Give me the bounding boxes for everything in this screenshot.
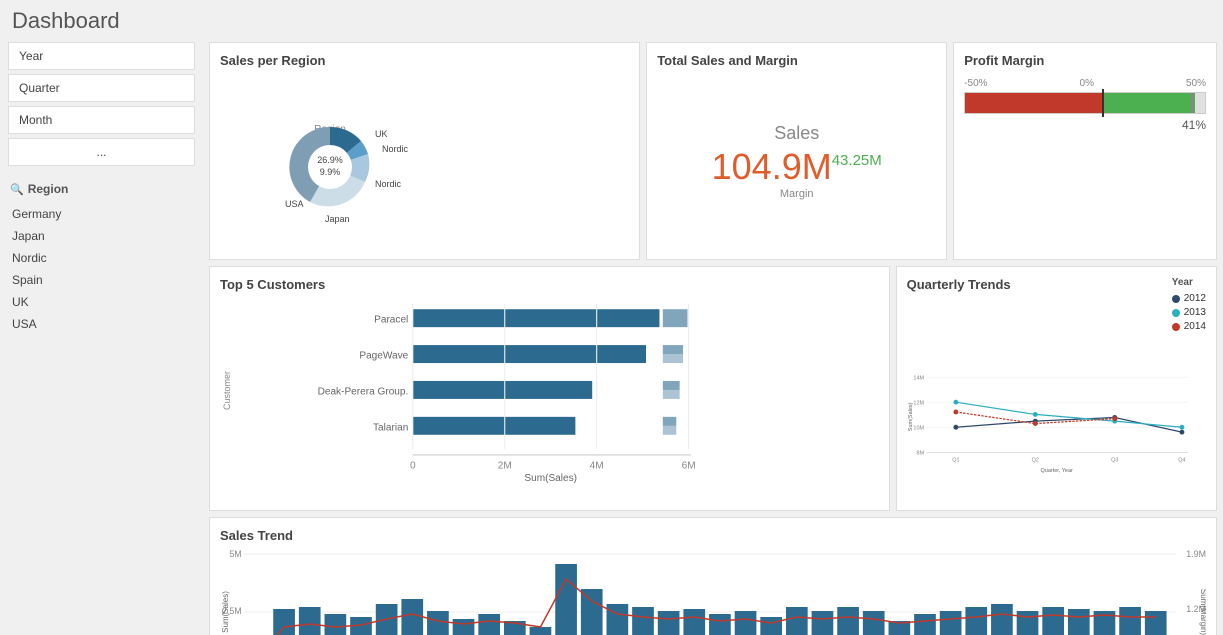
top5-chart: Paracel PageWave Deak-Perera Group. Tala… xyxy=(234,298,879,483)
quarterly-legend: Year 2012 2013 2014 xyxy=(1172,277,1206,332)
year-label: Year xyxy=(1172,277,1206,288)
svg-text:Sum(Margin): Sum(Margin) xyxy=(1199,589,1206,635)
region-label: Region xyxy=(28,182,69,196)
svg-text:Paracel: Paracel xyxy=(374,315,408,326)
total-sales-title: Total Sales and Margin xyxy=(657,53,936,68)
svg-text:0: 0 xyxy=(410,460,416,471)
svg-text:6M: 6M xyxy=(682,460,696,471)
sidebar: Year Quarter Month ... 🔍 Region Germany … xyxy=(0,38,203,635)
quarterly-card: Quarterly Trends Year 2012 2013 xyxy=(896,266,1217,511)
svg-text:4M: 4M xyxy=(590,460,604,471)
total-sales-card: Total Sales and Margin Sales 104.9M 43.2… xyxy=(646,42,947,260)
quarterly-title: Quarterly Trends xyxy=(907,277,1011,292)
svg-text:USA: USA xyxy=(285,199,304,209)
profit-bar-red xyxy=(965,93,1102,113)
region-item-germany[interactable]: Germany xyxy=(8,204,195,224)
donut-chart: Region xyxy=(220,72,440,252)
row1: Sales per Region Region xyxy=(209,42,1217,260)
svg-text:PageWave: PageWave xyxy=(359,351,408,362)
svg-text:Deak-Perera Group.: Deak-Perera Group. xyxy=(318,386,409,397)
sales-trend-card: Sales Trend 5M 2.5M 0 xyxy=(209,517,1217,635)
region-item-japan[interactable]: Japan xyxy=(8,226,195,246)
year-filter[interactable]: Year xyxy=(8,42,195,70)
legend-2013: 2013 xyxy=(1172,307,1206,318)
svg-text:14M: 14M xyxy=(913,376,924,382)
month-filter[interactable]: Month xyxy=(8,106,195,134)
svg-text:Sum(Sales): Sum(Sales) xyxy=(524,473,577,483)
region-item-spain[interactable]: Spain xyxy=(8,270,195,290)
svg-text:Q1: Q1 xyxy=(952,457,959,463)
margin-label: Margin xyxy=(780,188,814,200)
margin-value: 43.25M xyxy=(832,152,882,169)
profit-tick xyxy=(1191,93,1194,113)
top5-card: Top 5 Customers Customer Paracel PageWav… xyxy=(209,266,890,511)
legend-label-2012: 2012 xyxy=(1184,293,1206,304)
legend-label-2013: 2013 xyxy=(1184,307,1206,318)
sales-per-region-card: Sales per Region Region xyxy=(209,42,640,260)
svg-text:Nordic: Nordic xyxy=(375,179,402,189)
axis-neg50: -50% xyxy=(964,78,987,89)
svg-text:Nordic: Nordic xyxy=(382,144,409,154)
svg-text:Japan: Japan xyxy=(325,214,350,224)
region-item-usa[interactable]: USA xyxy=(8,314,195,334)
profit-percentage: 41% xyxy=(964,118,1206,132)
svg-text:Talarian: Talarian xyxy=(373,422,408,433)
region-search[interactable]: 🔍 Region xyxy=(8,178,195,200)
legend-dot-2013 xyxy=(1172,309,1180,317)
svg-text:Quarter, Year: Quarter, Year xyxy=(1040,468,1072,474)
svg-text:9.9%: 9.9% xyxy=(320,167,341,177)
svg-text:Sum(Sales): Sum(Sales) xyxy=(221,591,230,633)
sales-value: 104.9M xyxy=(712,146,832,188)
dashboard-title: Dashboard xyxy=(0,0,1223,38)
region-item-nordic[interactable]: Nordic xyxy=(8,248,195,268)
region-list: Germany Japan Nordic Spain UK USA xyxy=(8,204,195,334)
top5-y-label: Customer xyxy=(220,298,234,483)
svg-text:8M: 8M xyxy=(916,451,924,457)
svg-text:5M: 5M xyxy=(229,549,241,559)
svg-text:12M: 12M xyxy=(913,401,924,407)
search-icon: 🔍 xyxy=(10,183,24,196)
profit-margin-card: Profit Margin -50% 0% 50% 41% xyxy=(953,42,1217,260)
profit-title: Profit Margin xyxy=(964,53,1206,68)
legend-2014: 2014 xyxy=(1172,321,1206,332)
svg-text:Q4: Q4 xyxy=(1178,457,1185,463)
legend-2012: 2012 xyxy=(1172,293,1206,304)
sales-label: Sales xyxy=(774,123,819,144)
profit-zero-line xyxy=(1102,89,1104,117)
sales-row: 104.9M 43.25M xyxy=(712,146,882,188)
legend-label-2014: 2014 xyxy=(1184,321,1206,332)
sales-trend-row: Sales Trend 5M 2.5M 0 xyxy=(209,517,1217,635)
top5-title: Top 5 Customers xyxy=(220,277,879,292)
region-item-uk[interactable]: UK xyxy=(8,292,195,312)
svg-text:26.9%: 26.9% xyxy=(317,155,343,165)
sales-trend-title: Sales Trend xyxy=(220,528,1206,543)
profit-axis: -50% 0% 50% xyxy=(964,78,1206,89)
legend-dot-2012 xyxy=(1172,295,1180,303)
svg-text:2M: 2M xyxy=(498,460,512,471)
axis-0: 0% xyxy=(1080,78,1094,89)
axis-50: 50% xyxy=(1186,78,1206,89)
svg-text:Q3: Q3 xyxy=(1111,457,1118,463)
svg-text:10M: 10M xyxy=(913,426,924,432)
svg-text:UK: UK xyxy=(375,129,388,139)
svg-text:1.9M: 1.9M xyxy=(1186,549,1206,559)
svg-text:Sum(Sales): Sum(Sales) xyxy=(908,402,914,431)
row2: Top 5 Customers Customer Paracel PageWav… xyxy=(209,266,1217,511)
quarterly-chart: 14M 12M 10M 8M xyxy=(907,332,1206,517)
profit-bar-green xyxy=(1102,93,1196,113)
profit-bar-track xyxy=(964,92,1206,114)
content-area: Sales per Region Region xyxy=(203,38,1223,635)
sales-trend-chart: 5M 2.5M 0 xyxy=(220,549,1206,635)
svg-text:Q2: Q2 xyxy=(1031,457,1038,463)
more-filter[interactable]: ... xyxy=(8,138,195,166)
legend-dot-2014 xyxy=(1172,323,1180,331)
sales-region-title: Sales per Region xyxy=(220,53,629,68)
quarter-filter[interactable]: Quarter xyxy=(8,74,195,102)
